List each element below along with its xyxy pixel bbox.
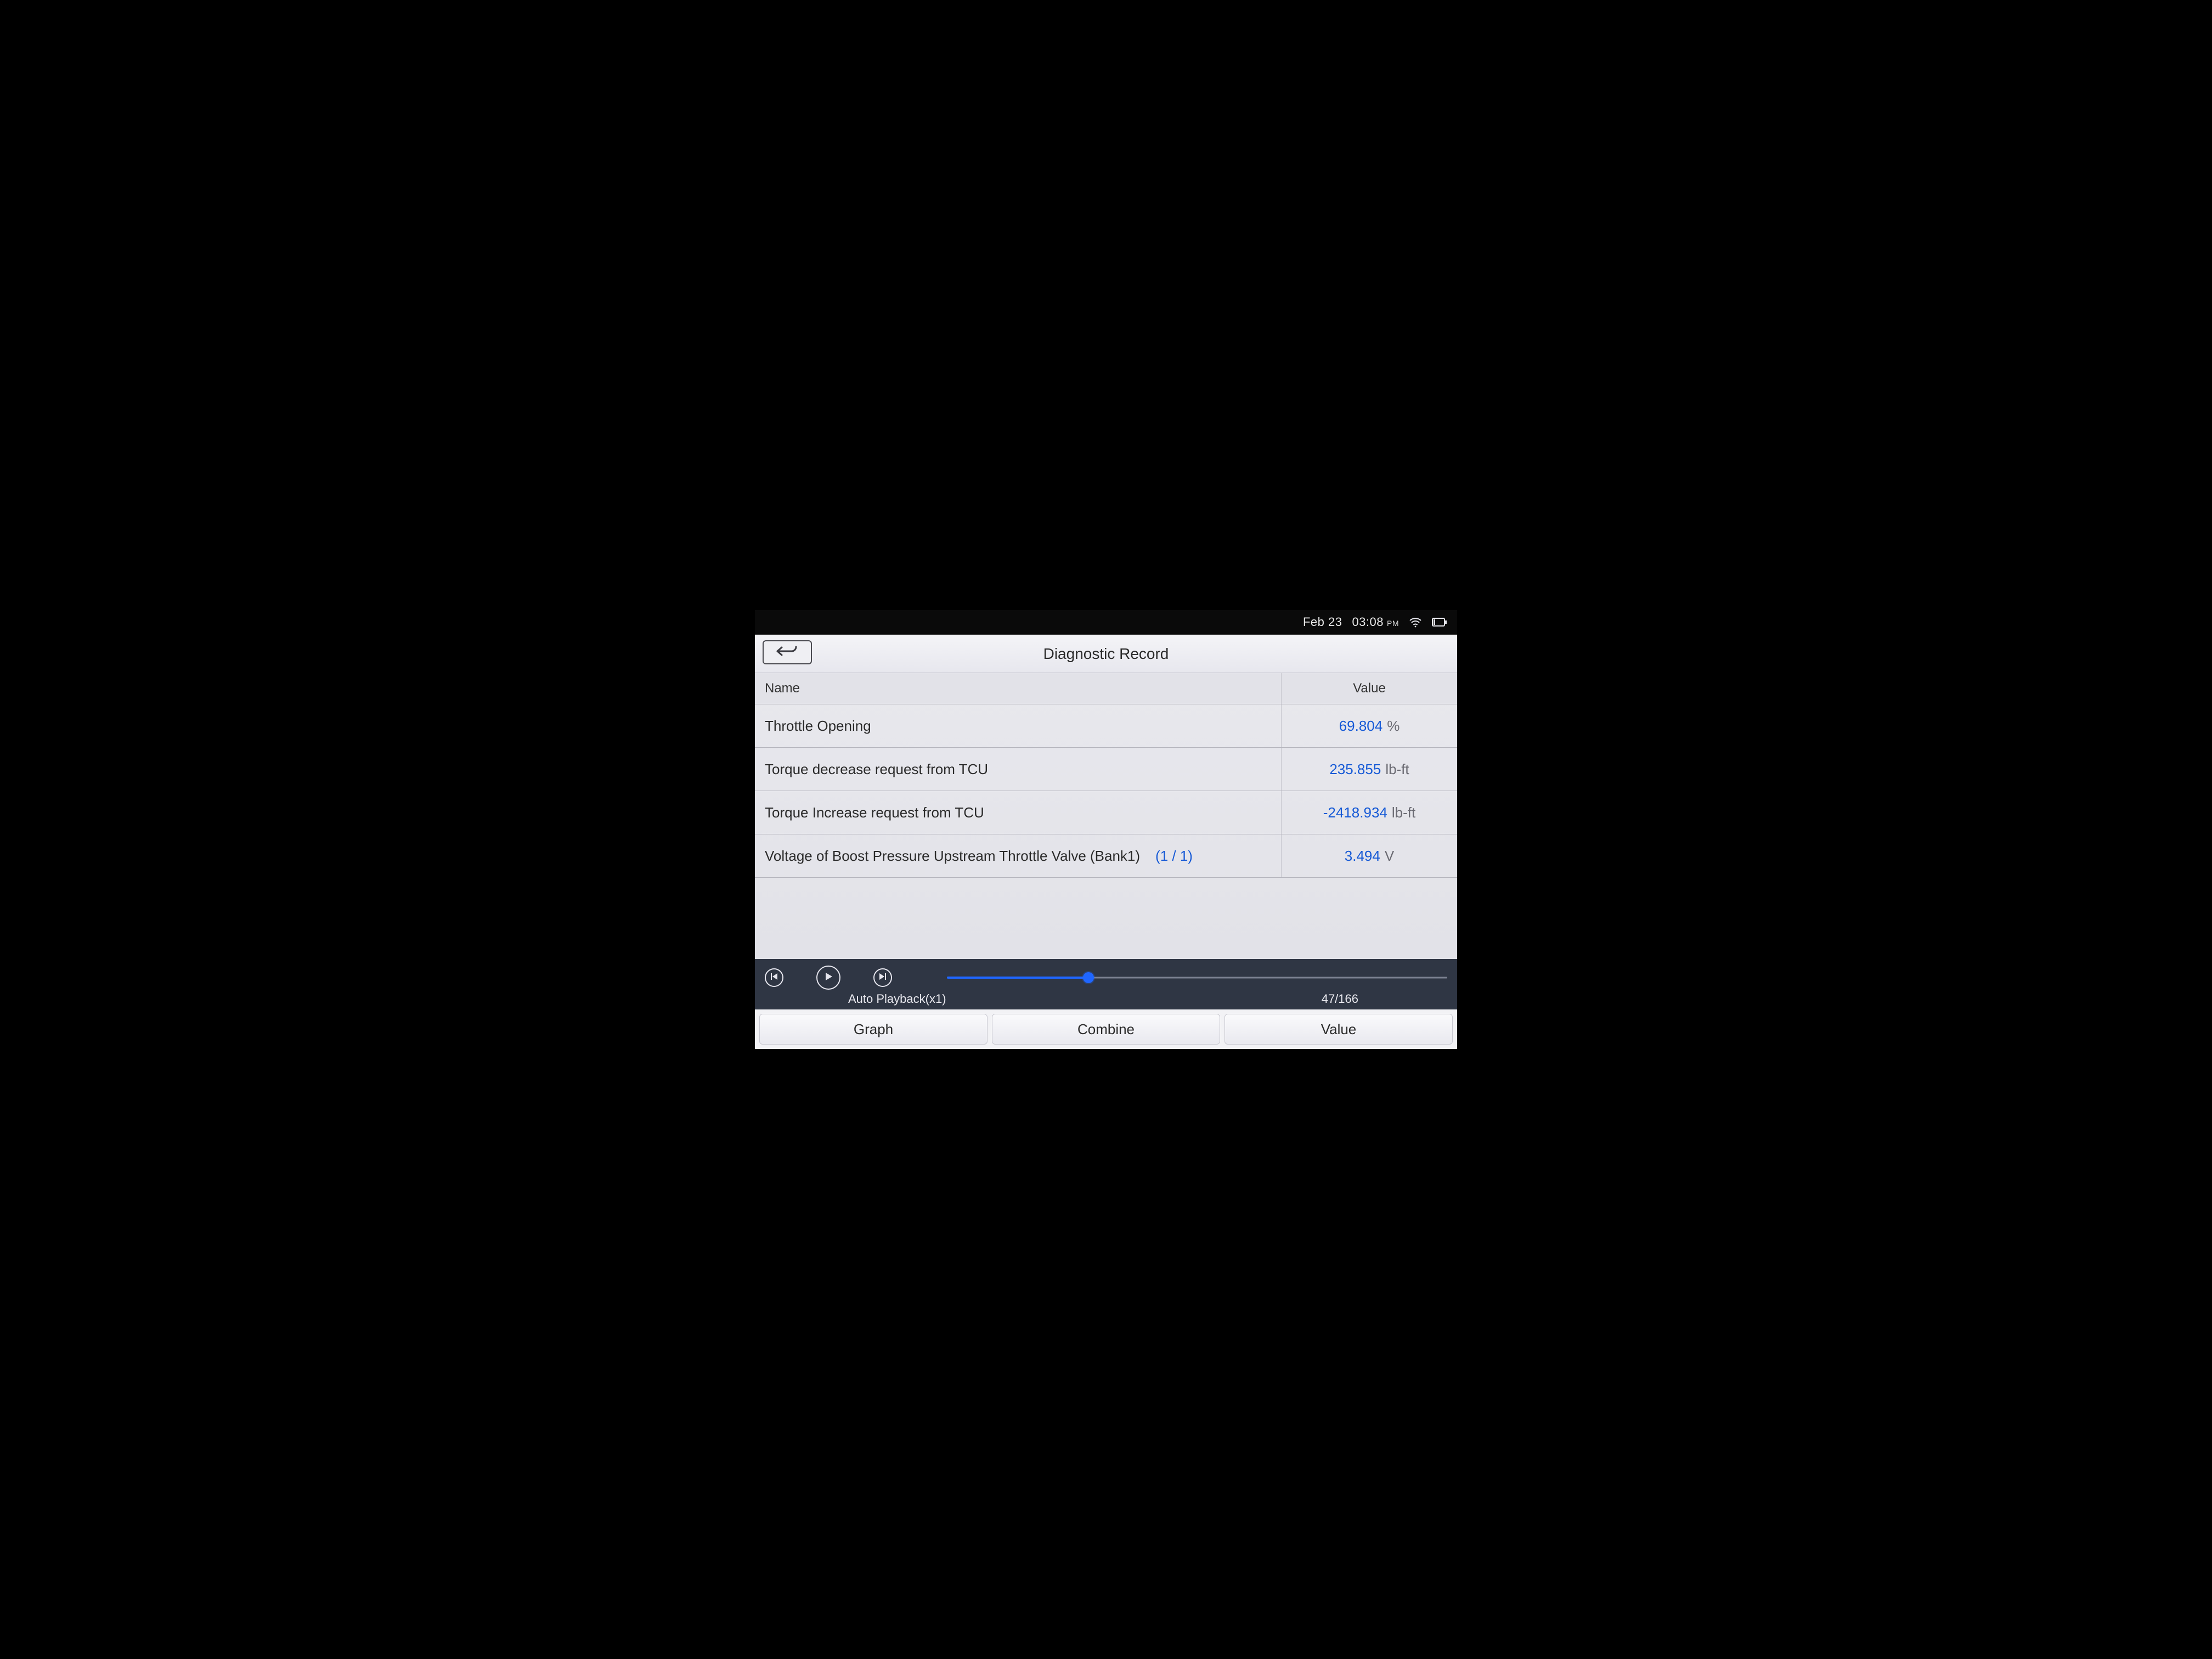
status-bar: Feb 23 03:08 PM [755, 610, 1457, 634]
playback-bar: Auto Playback(x1) 47/166 [755, 959, 1457, 1009]
page-title: Diagnostic Record [1043, 645, 1169, 663]
row-name: Torque Increase request from TCU [755, 791, 1282, 834]
skip-end-icon [879, 973, 887, 983]
play-button[interactable] [816, 966, 840, 990]
row-name: Throttle Opening [755, 704, 1282, 747]
row-value-number: -2418.934 [1323, 804, 1387, 821]
tab-value[interactable]: Value [1224, 1014, 1453, 1045]
row-value: 69.804 % [1282, 704, 1457, 747]
slider-thumb[interactable] [1083, 972, 1094, 983]
playback-counter: 47/166 [1322, 992, 1358, 1006]
device-frame: Feb 23 03:08 PM [755, 610, 1457, 1049]
row-name: Torque decrease request from TCU [755, 748, 1282, 791]
status-time-ampm: PM [1387, 619, 1399, 628]
row-value-number: 69.804 [1339, 718, 1383, 735]
row-subcount: (1 / 1) [1155, 848, 1193, 865]
row-name: Voltage of Boost Pressure Upstream Throt… [755, 834, 1282, 877]
col-name: Name [755, 673, 1282, 704]
skip-end-button[interactable] [873, 968, 892, 987]
back-icon [775, 644, 799, 661]
play-icon [823, 972, 833, 984]
skip-start-icon [770, 973, 778, 983]
row-value: -2418.934 lb-ft [1282, 791, 1457, 834]
skip-start-button[interactable] [765, 968, 783, 987]
row-value: 235.855 lb-ft [1282, 748, 1457, 791]
row-value-unit: % [1387, 718, 1400, 735]
battery-icon [1432, 618, 1447, 627]
row-name-text: Torque Increase request from TCU [765, 804, 984, 821]
wifi-icon [1409, 617, 1422, 628]
row-value-unit: lb-ft [1392, 804, 1415, 821]
status-time: 03:08 PM [1352, 615, 1399, 629]
row-value: 3.494 V [1282, 834, 1457, 877]
title-bar: Diagnostic Record [755, 635, 1457, 673]
data-table: Name Value Throttle Opening 69.804 % Tor… [755, 673, 1457, 959]
row-value-number: 3.494 [1345, 848, 1380, 865]
table-row[interactable]: Torque decrease request from TCU 235.855… [755, 748, 1457, 791]
row-value-number: 235.855 [1329, 761, 1381, 778]
row-name-text: Voltage of Boost Pressure Upstream Throt… [765, 848, 1140, 865]
app-root: Diagnostic Record Name Value Throttle Op… [755, 634, 1457, 1049]
row-value-unit: V [1385, 848, 1394, 865]
back-button[interactable] [763, 640, 812, 664]
table-header: Name Value [755, 673, 1457, 704]
status-date: Feb 23 [1303, 615, 1342, 629]
tab-graph[interactable]: Graph [759, 1014, 988, 1045]
slider-fill [947, 977, 1088, 979]
playback-mode-label: Auto Playback(x1) [848, 992, 946, 1006]
table-row[interactable]: Voltage of Boost Pressure Upstream Throt… [755, 834, 1457, 878]
playback-controls [763, 963, 1449, 991]
footer-tabs: Graph Combine Value [755, 1009, 1457, 1049]
status-time-value: 03:08 [1352, 615, 1384, 629]
playback-labels: Auto Playback(x1) 47/166 [763, 991, 1449, 1006]
table-row[interactable]: Throttle Opening 69.804 % [755, 704, 1457, 748]
row-value-unit: lb-ft [1385, 761, 1409, 778]
playback-slider[interactable] [947, 971, 1447, 984]
row-name-text: Torque decrease request from TCU [765, 761, 988, 778]
col-value: Value [1282, 673, 1457, 704]
tab-combine[interactable]: Combine [992, 1014, 1220, 1045]
table-row[interactable]: Torque Increase request from TCU -2418.9… [755, 791, 1457, 834]
row-name-text: Throttle Opening [765, 718, 871, 735]
